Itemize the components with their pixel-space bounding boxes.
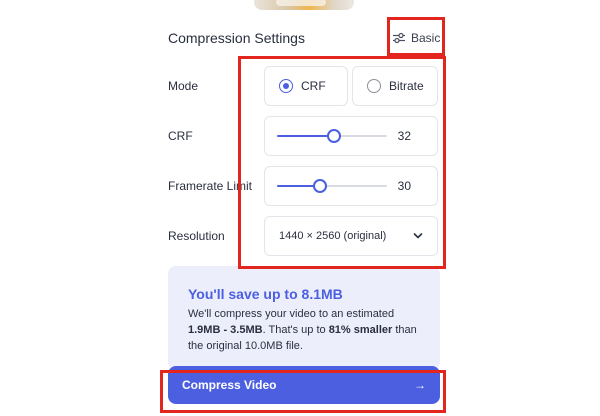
radio-selected [279, 79, 293, 93]
savings-range: 1.9MB - 3.5MB [188, 324, 263, 336]
basic-mode-toggle[interactable]: Basic [392, 27, 440, 49]
savings-description: We'll compress your video to an estimate… [188, 306, 428, 354]
crf-slider-handle[interactable] [327, 129, 342, 143]
framerate-slider-card: 30 [264, 166, 438, 206]
resolution-value: 1440 × 2560 (original) [279, 230, 387, 242]
mode-option-crf-label: CRF [301, 79, 326, 93]
savings-line3: the original 10.0MB file. [188, 340, 303, 352]
chevron-down-icon [413, 230, 423, 242]
resolution-label: Resolution [168, 229, 225, 243]
crf-value: 32 [397, 129, 411, 143]
section-title: Compression Settings [168, 30, 305, 46]
thumbnail-detail [276, 0, 326, 6]
savings-line1: We'll compress your video to an estimate… [188, 308, 395, 320]
radio-unselected [367, 79, 381, 93]
crf-label: CRF [168, 129, 193, 143]
crf-fill [277, 135, 335, 137]
savings-headline: You'll save up to 8.1MB [188, 286, 343, 302]
framerate-value: 30 [397, 179, 411, 193]
mode-label: Mode [168, 79, 199, 93]
framerate-label: Framerate Limit [168, 179, 253, 193]
savings-percent: 81% smaller [328, 324, 393, 336]
mode-option-bitrate-label: Bitrate [389, 79, 424, 93]
compress-video-label: Compress Video [182, 378, 277, 392]
framerate-slider[interactable] [277, 167, 387, 205]
mode-option-bitrate[interactable]: Bitrate [352, 66, 438, 106]
savings-after: than [392, 324, 417, 336]
sliders-icon [392, 32, 406, 44]
resolution-select[interactable]: 1440 × 2560 (original) [264, 216, 438, 256]
savings-mid: . That's up to [262, 324, 329, 336]
crf-slider-card: 32 [264, 116, 438, 156]
arrow-right-icon: → [414, 378, 426, 392]
video-thumbnail [254, 0, 354, 10]
savings-panel: You'll save up to 8.1MB We'll compress y… [168, 266, 440, 370]
mode-option-crf[interactable]: CRF [264, 66, 348, 106]
compress-video-button[interactable]: Compress Video → [168, 366, 440, 404]
crf-slider[interactable] [277, 117, 387, 155]
framerate-slider-handle[interactable] [312, 179, 327, 193]
basic-label: Basic [411, 31, 441, 45]
